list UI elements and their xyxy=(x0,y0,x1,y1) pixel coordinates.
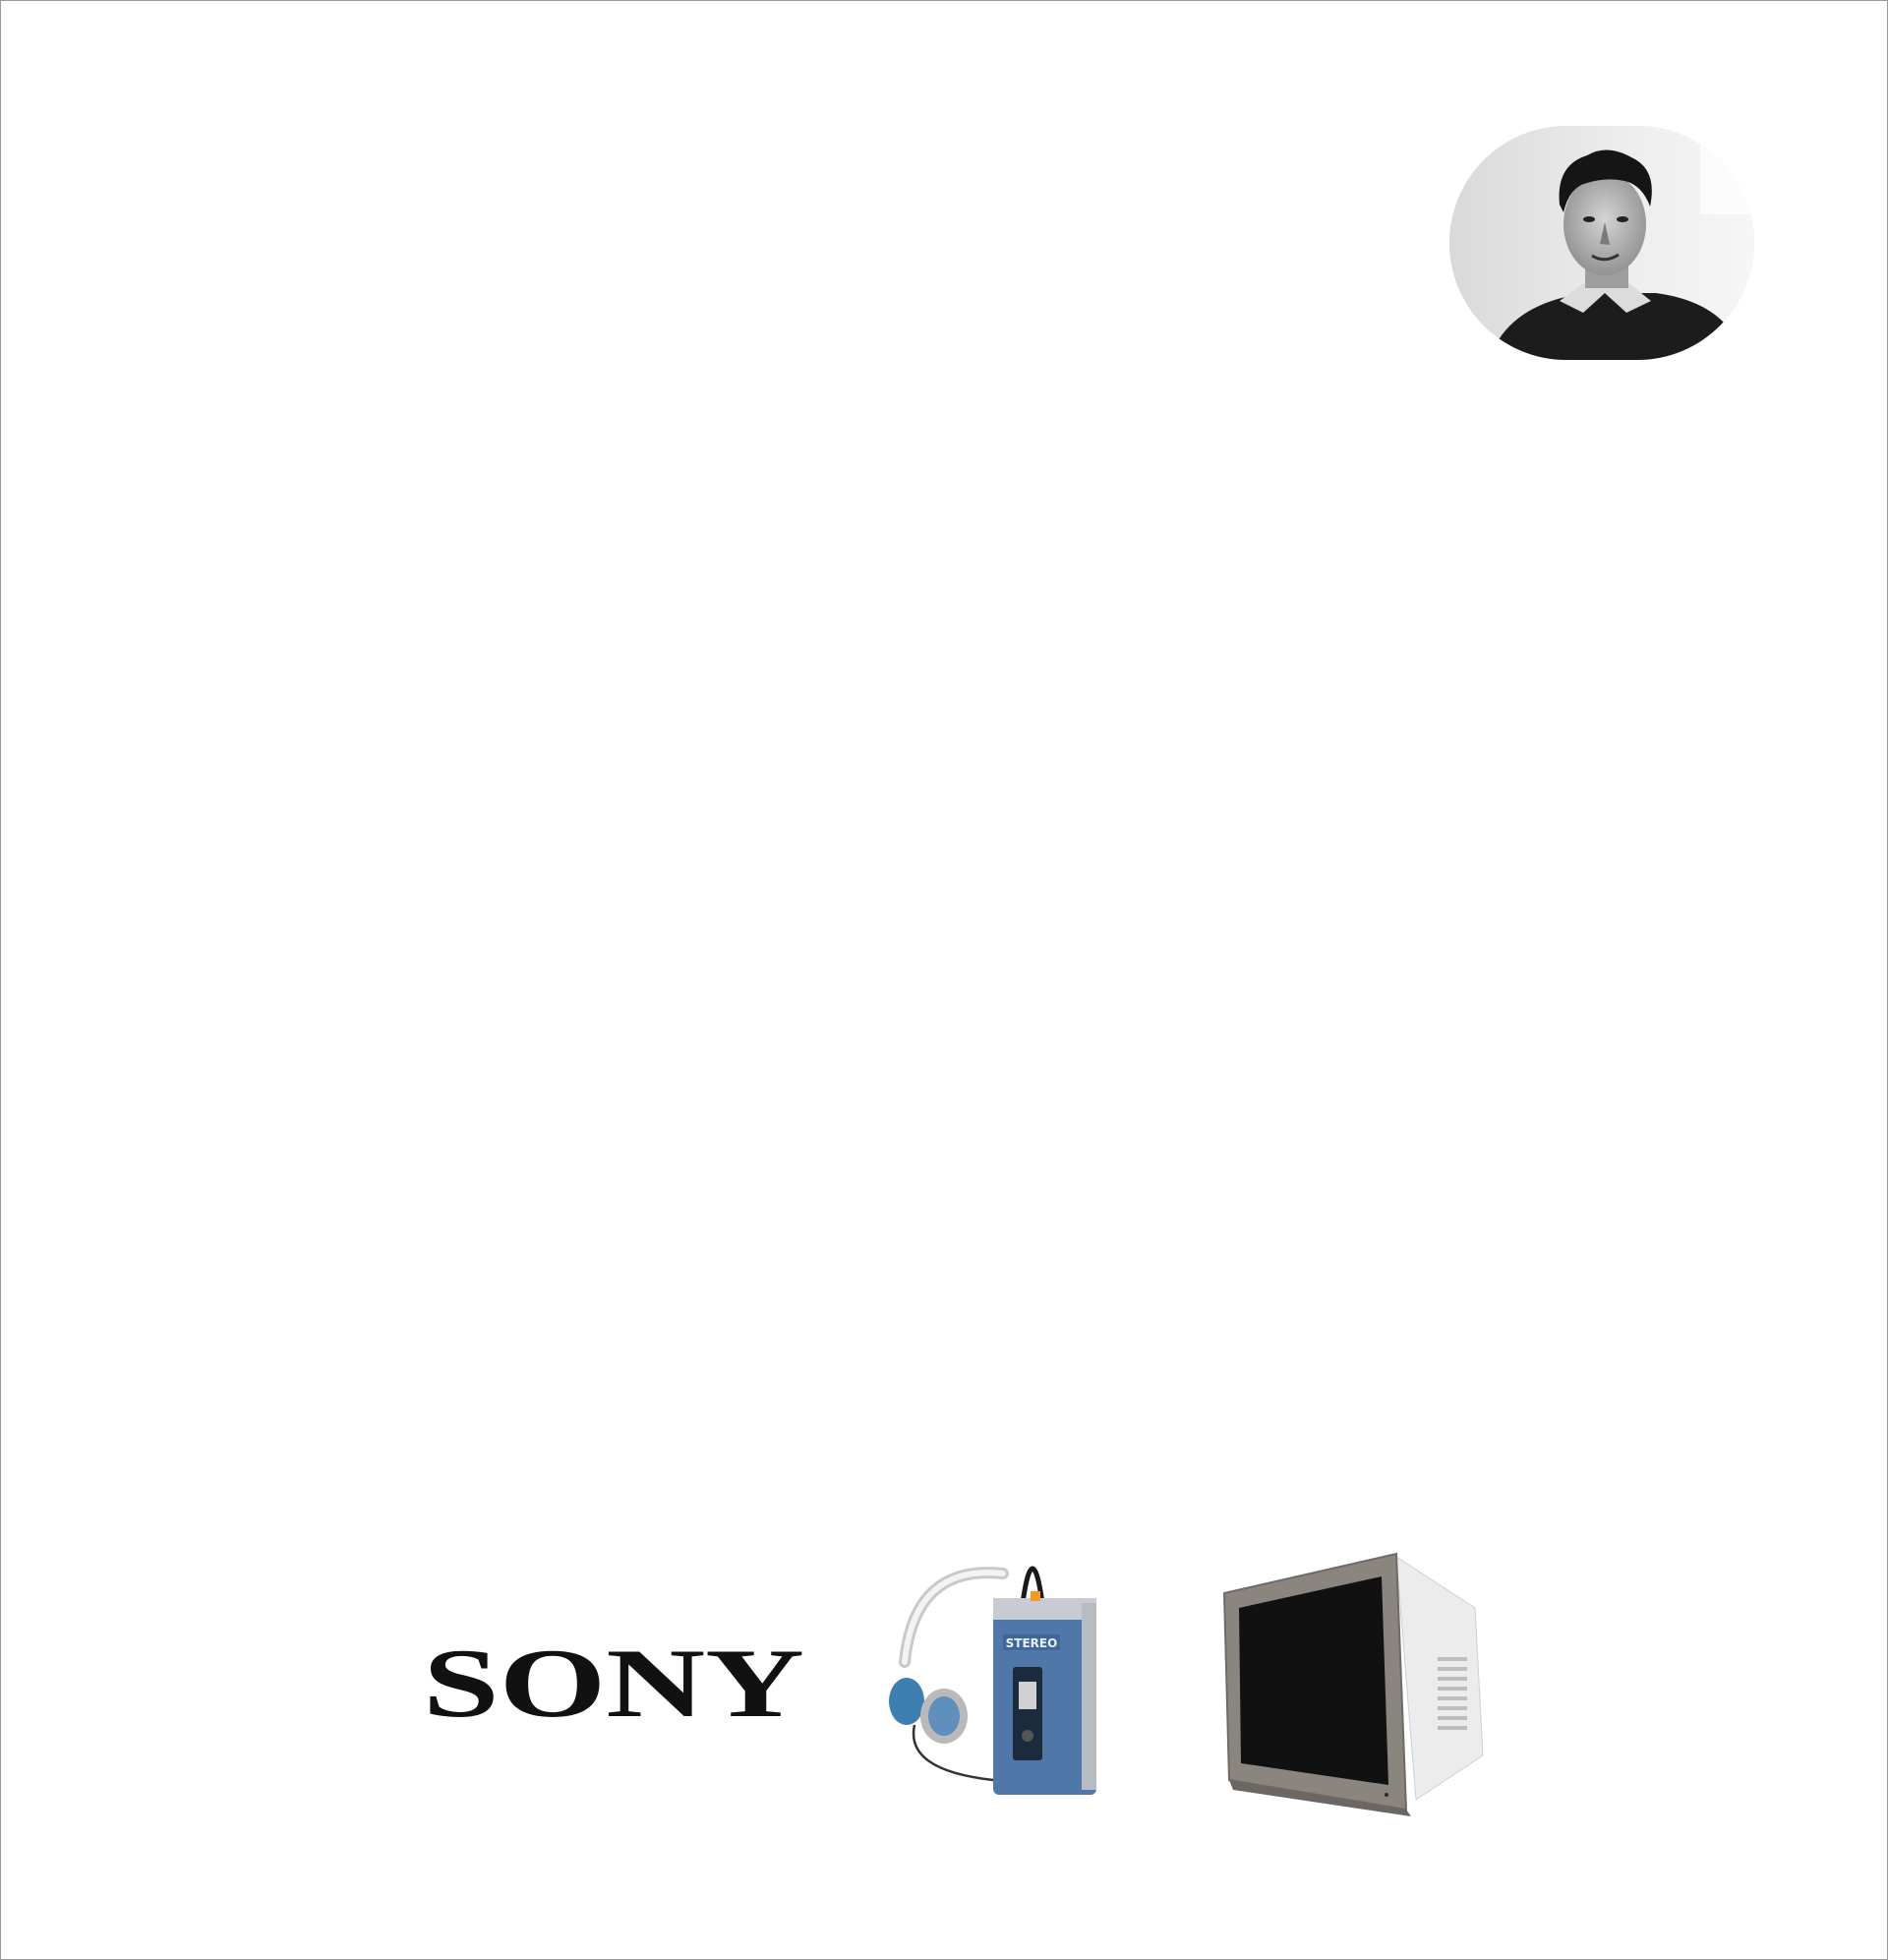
walkman-image: STEREO xyxy=(885,1544,1111,1800)
sony-logo: SONY xyxy=(421,1635,806,1730)
portrait-photo xyxy=(1449,126,1754,360)
portrait-illustration xyxy=(1449,126,1754,360)
walkman-stereo-label: STEREO xyxy=(1006,1636,1058,1650)
crt-monitor-image xyxy=(1219,1549,1495,1819)
sony-logo-text: SONY xyxy=(423,1635,804,1730)
